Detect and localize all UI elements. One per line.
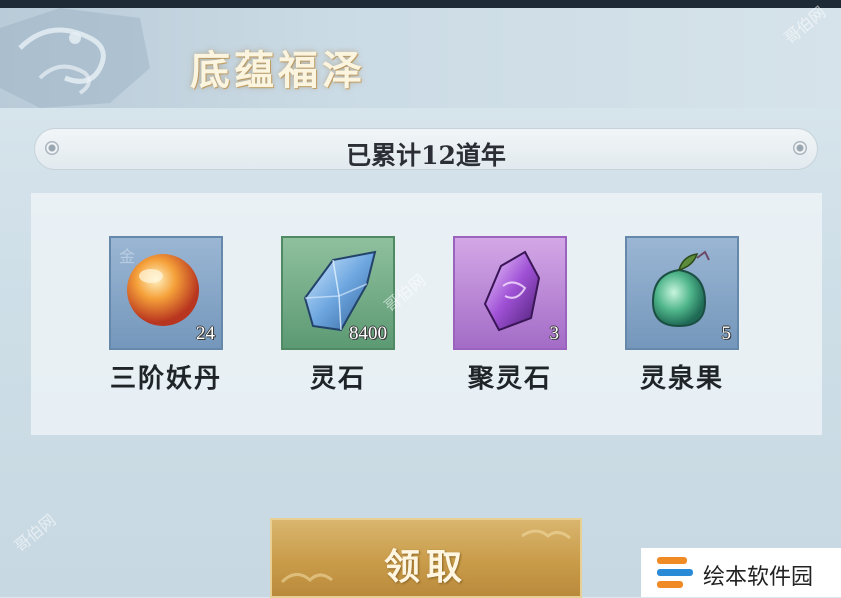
item-name: 灵石 xyxy=(309,364,366,394)
reward-tile[interactable]: 8400 xyxy=(281,236,395,350)
right-ornament-icon xyxy=(793,141,807,155)
accumulated-counter-bar: 已累计12道年 xyxy=(34,128,818,170)
item-quantity: 8400 xyxy=(349,323,387,344)
item-name: 聚灵石 xyxy=(467,364,552,394)
page-title: 底蕴福泽 xyxy=(190,47,366,94)
reward-item-gathering-spirit-stone[interactable]: 3 聚灵石 xyxy=(440,236,580,395)
reward-item-spirit-stone[interactable]: 8400 灵石 xyxy=(268,236,408,395)
site-logo-icon xyxy=(657,557,693,588)
reward-tile[interactable]: 5 xyxy=(625,236,739,350)
reward-tile[interactable]: 3 xyxy=(453,236,567,350)
item-quantity: 24 xyxy=(196,323,215,344)
claim-button[interactable]: 领取 xyxy=(270,518,582,598)
reward-tile[interactable]: 金 24 xyxy=(109,236,223,350)
header-banner: 底蕴福泽 xyxy=(0,8,841,108)
item-name: 三阶妖丹 xyxy=(109,364,222,394)
top-strip xyxy=(0,0,841,8)
watermark-overlay: 哥伯网 xyxy=(10,510,60,556)
item-quantity: 3 xyxy=(549,323,560,344)
watermark-badge: 绘本软件园 xyxy=(641,548,841,597)
reward-item-demon-core[interactable]: 金 24 三阶妖丹 xyxy=(96,236,236,395)
svg-text:金: 金 xyxy=(119,247,135,266)
reward-item-spirit-spring-fruit[interactable]: 5 灵泉果 xyxy=(612,236,752,395)
cloud-beast-emblem-icon xyxy=(0,8,150,108)
claim-button-label: 领取 xyxy=(383,546,468,588)
item-quantity: 5 xyxy=(721,323,732,344)
watermark-badge-text: 绘本软件园 xyxy=(703,565,814,590)
item-name: 灵泉果 xyxy=(639,364,724,394)
accumulated-years-text: 已累计12道年 xyxy=(346,141,506,170)
